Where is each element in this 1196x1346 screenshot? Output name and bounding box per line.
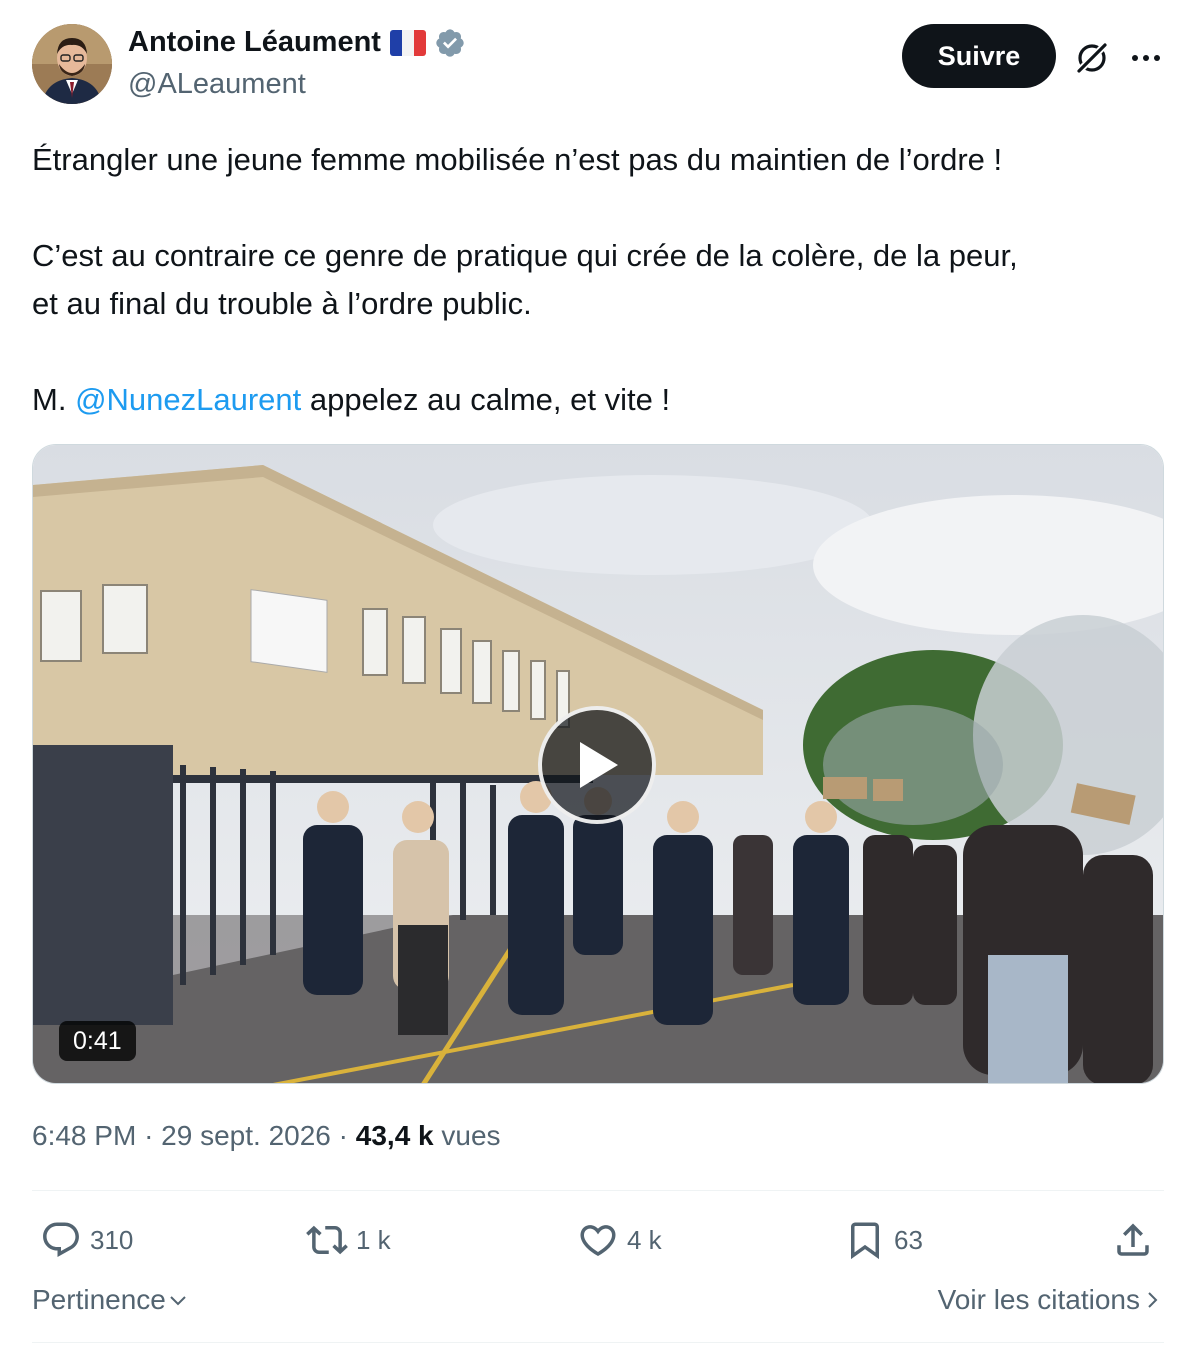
post-line: Étrangler une jeune femme mobilisée n’es… [32,142,1003,177]
repost-icon [306,1225,348,1255]
play-button[interactable] [538,706,656,824]
share-icon [1117,1223,1149,1256]
post-text: Étrangler une jeune femme mobilisée n’es… [32,136,1164,424]
mention-link[interactable]: @NunezLaurent [75,382,301,417]
avatar-photo-icon [32,24,112,104]
views-label: vues [441,1120,501,1151]
video-player[interactable]: 0:41 [32,444,1164,1084]
author-handle[interactable]: @ALeaument [128,68,306,101]
reply-count: 310 [90,1224,134,1255]
follow-button[interactable]: Suivre [902,24,1056,88]
post-line: M. @NunezLaurent appelez au calme, et vi… [32,376,1164,424]
post-meta: 6:48 PM · 29 sept. 2026 · 43,4 k vues [32,1120,501,1152]
more-icon[interactable] [1128,44,1164,72]
play-icon [580,742,618,788]
post-line-prefix: M. [32,382,67,417]
bookmark-icon [851,1222,879,1260]
sort-dropdown[interactable]: Pertinence [32,1284,190,1316]
author-name[interactable]: Antoine Léaument [128,26,381,59]
heart-icon [580,1225,616,1257]
post-line: C’est au contraire ce genre de pratique … [32,238,1018,273]
sort-label: Pertinence [32,1284,166,1315]
share-button[interactable] [1112,1214,1154,1266]
post-time[interactable]: 6:48 PM [32,1120,136,1151]
reply-button[interactable]: 310 [40,1214,133,1266]
divider [32,1190,1164,1191]
post-date[interactable]: 29 sept. 2026 [161,1120,331,1151]
chevron-right-icon [1148,1292,1158,1308]
meta-separator: · [338,1120,348,1151]
reply-icon [43,1222,79,1257]
france-flag-icon [389,29,426,56]
author-avatar[interactable] [32,24,112,104]
views-count: 43,4 k [355,1120,434,1151]
repost-button[interactable]: 1 k [306,1214,391,1266]
meta-separator: · [144,1120,154,1151]
author-name-row: Antoine Léaument [128,26,466,59]
bookmark-count: 63 [894,1224,923,1255]
view-quotes-link[interactable]: Voir les citations [938,1284,1164,1316]
post-header: Antoine Léaument @ALeaument Suivre [32,22,1164,106]
divider [32,1342,1164,1343]
bookmark-button[interactable]: 63 [844,1214,923,1266]
chevron-down-icon [170,1296,186,1306]
post-line-suffix: appelez au calme, et vite ! [309,382,671,417]
grok-icon[interactable] [1072,38,1112,78]
verified-badge-icon [436,28,464,57]
quotes-label: Voir les citations [937,1284,1140,1315]
post-line: et au final du trouble à l’ordre public. [32,286,532,321]
repost-count: 1 k [356,1224,391,1255]
video-duration: 0:41 [59,1021,136,1061]
like-button[interactable]: 4 k [577,1214,662,1266]
action-bar: 310 1 k 4 k 63 [32,1214,1164,1266]
like-count: 4 k [627,1224,662,1255]
